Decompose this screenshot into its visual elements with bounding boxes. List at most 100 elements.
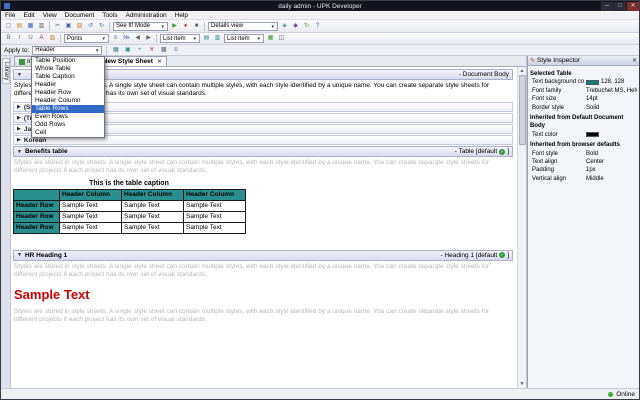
menu-item-document[interactable]: Document	[65, 12, 95, 19]
sample-table-cell[interactable]: Header Column	[184, 189, 246, 200]
highlight-icon[interactable]: ▨	[48, 34, 57, 43]
italic-icon[interactable]: I	[15, 34, 24, 43]
table-icon[interactable]: ▦	[266, 34, 275, 43]
play-icon[interactable]: ▶	[170, 22, 179, 31]
help-icon[interactable]: ?	[313, 22, 322, 31]
property-value: Middle	[586, 175, 637, 183]
menu-item-view[interactable]: View	[43, 12, 57, 19]
style-note-text-muted: Styles are stored in style sheets. A sin…	[14, 308, 512, 324]
table-caption[interactable]: This is the table caption	[13, 180, 245, 187]
sample-table-cell[interactable]: Sample Text	[184, 222, 246, 233]
insert-column-icon[interactable]: ▥	[213, 34, 222, 43]
align-icon[interactable]: ≡	[171, 46, 180, 55]
heading-sample-text[interactable]: Sample Text	[14, 287, 513, 302]
print-icon[interactable]: ▥	[37, 22, 46, 31]
list-item-combo-2[interactable]: List Item ▼	[224, 34, 264, 43]
chevron-down-icon: ▼	[271, 24, 275, 29]
indent-icon[interactable]: ▶	[144, 34, 153, 43]
font-color-icon[interactable]: A	[37, 34, 46, 43]
dropdown-item[interactable]: Whole Table	[32, 65, 104, 73]
undo-icon[interactable]: ↺	[86, 22, 95, 31]
record-icon[interactable]: ●	[181, 22, 190, 31]
dropdown-item-highlighted[interactable]: Table Rows	[32, 105, 104, 113]
menu-item-administration[interactable]: Administration	[125, 12, 166, 19]
cut-icon[interactable]: ✂	[53, 22, 62, 31]
style-inspector-body: Selected Table Text background co 128, 1…	[528, 66, 639, 185]
new-document-icon[interactable]: ▢	[4, 22, 13, 31]
link-icon[interactable]: ◆	[291, 22, 300, 31]
sample-table-cell[interactable]: Sample Text	[60, 222, 122, 233]
minimize-button[interactable]: ─	[600, 2, 613, 11]
sample-table-cell[interactable]: Sample Text	[184, 211, 246, 222]
menu-item-file[interactable]: File	[5, 12, 15, 19]
merge-cells-icon[interactable]: ◫	[277, 34, 286, 43]
sample-table-cell[interactable]: Sample Text	[122, 222, 184, 233]
fonts-combo[interactable]: Ponts ▼	[64, 34, 109, 43]
dropdown-item[interactable]: Header Row	[32, 89, 104, 97]
bullet-list-icon[interactable]: ≡	[111, 34, 120, 43]
open-icon[interactable]: ▤	[15, 22, 24, 31]
menu-item-help[interactable]: Help	[175, 12, 188, 19]
sidebar-tab-library[interactable]: Library	[2, 58, 10, 84]
dropdown-item[interactable]: Table Position	[32, 57, 104, 65]
style-inspector-panel: ✎ Style Inspector ✕ Selected Table Text …	[527, 56, 639, 388]
add-style-icon[interactable]: +	[135, 46, 144, 55]
maximize-button[interactable]: □	[613, 2, 626, 11]
close-panel-icon[interactable]: ✕	[632, 57, 637, 64]
sample-table-cell[interactable]: Header Column	[122, 189, 184, 200]
scroll-down-icon[interactable]: ▼	[518, 380, 527, 388]
chevron-down-icon: ▼	[193, 36, 197, 41]
preview-icon[interactable]: ◈	[280, 22, 289, 31]
see-it-mode-combo[interactable]: See It! Mode ▼	[113, 22, 168, 31]
dropdown-item[interactable]: Header Column	[32, 97, 104, 105]
dropdown-item[interactable]: Odd Rows	[32, 121, 104, 129]
underline-icon[interactable]: U	[26, 34, 35, 43]
dropdown-item[interactable]: Even Rows	[32, 113, 104, 121]
menu-item-edit[interactable]: Edit	[23, 12, 34, 19]
toolbar-separator	[204, 22, 205, 31]
close-tab-icon[interactable]: ✕	[157, 58, 162, 65]
redo-icon[interactable]: ↻	[97, 22, 106, 31]
table-style-icon[interactable]: ▦	[111, 46, 120, 55]
sample-table-cell[interactable]: Sample Text	[122, 211, 184, 222]
section-hr-heading-1[interactable]: ▼ HR Heading 1 - Heading 1 [default ✓ ]	[13, 250, 513, 261]
dropdown-item[interactable]: Header	[32, 81, 104, 89]
sample-table-cell[interactable]: Sample Text	[60, 200, 122, 211]
save-icon[interactable]: ▦	[26, 22, 35, 31]
insert-row-icon[interactable]: ▤	[202, 34, 211, 43]
delete-style-icon[interactable]: ✕	[147, 46, 156, 55]
sample-table-cell[interactable]: Sample Text	[184, 200, 246, 211]
sample-table-cell[interactable]: Header Row	[14, 211, 60, 222]
scrollbar-thumb[interactable]	[519, 75, 526, 145]
copy-icon[interactable]: ▣	[64, 22, 73, 31]
sample-table-cell[interactable]: Sample Text	[122, 200, 184, 211]
numbered-list-icon[interactable]: №	[122, 34, 131, 43]
toolbar-formatting: B I U A ▨ Ponts ▼ ≡ № ◀ ▶ List Item ▼ ▤ …	[1, 33, 639, 45]
dropdown-item[interactable]: Table Caption	[32, 73, 104, 81]
property-label: Font style	[532, 150, 586, 158]
refresh-icon[interactable]: ↻	[302, 22, 311, 31]
paste-icon[interactable]: ▧	[75, 22, 84, 31]
shading-icon[interactable]: ▩	[159, 46, 168, 55]
chevron-down-icon: ▼	[161, 24, 165, 29]
details-view-combo[interactable]: Details view ▼	[208, 22, 278, 31]
bold-icon[interactable]: B	[4, 34, 13, 43]
list-item-combo-1[interactable]: List Item ▼	[160, 34, 200, 43]
sample-table-cell[interactable]: Header Column	[60, 189, 122, 200]
sample-table-cell[interactable]	[14, 189, 60, 200]
close-button[interactable]: ✕	[626, 2, 639, 11]
menu-item-tools[interactable]: Tools	[102, 12, 117, 19]
dropdown-item[interactable]: Cell	[32, 129, 104, 137]
outdent-icon[interactable]: ◀	[133, 34, 142, 43]
sample-table-cell[interactable]: Sample Text	[60, 211, 122, 222]
sample-table-cell[interactable]: Header Row	[14, 222, 60, 233]
border-style-icon[interactable]: ▣	[123, 46, 132, 55]
list-item-combo-1-value: List Item	[163, 36, 186, 42]
scroll-up-icon[interactable]: ▲	[518, 67, 527, 75]
stop-icon[interactable]: ■	[192, 22, 201, 31]
section-benefits-table[interactable]: ▼ Benefits table - Table [default ✓ ]	[13, 146, 513, 157]
sample-table-cell[interactable]: Header Row	[14, 200, 60, 211]
apply-to-combo[interactable]: Header ▼	[32, 46, 102, 55]
chevron-down-icon: ▼	[257, 36, 261, 41]
vertical-scrollbar[interactable]: ▲ ▼	[517, 67, 526, 388]
